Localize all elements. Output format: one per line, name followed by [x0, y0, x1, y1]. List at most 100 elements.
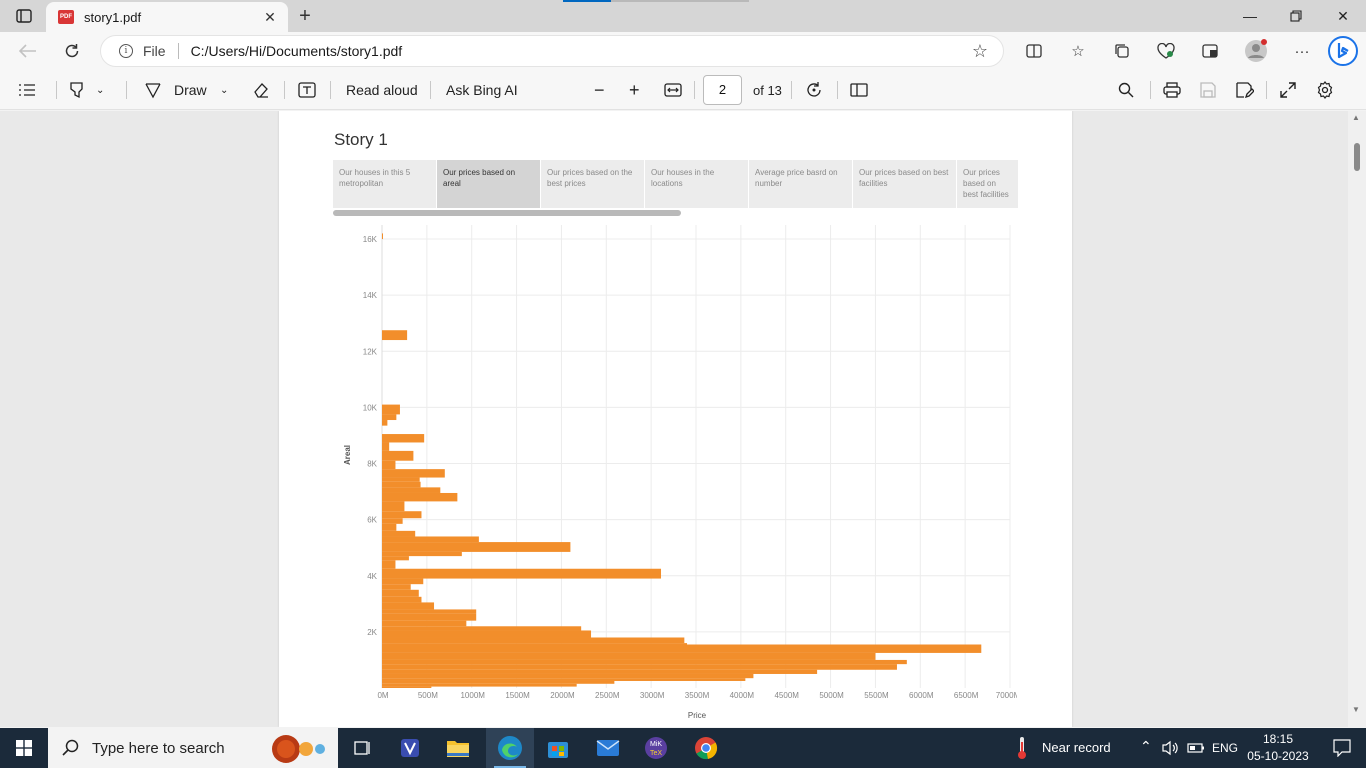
print-icon[interactable]: [1163, 77, 1181, 103]
save-icon[interactable]: [1200, 77, 1216, 103]
collections-icon[interactable]: [1108, 38, 1136, 64]
chart-bar: [382, 669, 818, 674]
restore-button[interactable]: [1273, 0, 1319, 32]
chart-bar: [382, 511, 422, 519]
search-icon[interactable]: [1118, 77, 1134, 103]
close-tab-icon[interactable]: ✕: [258, 5, 282, 29]
task-view-icon[interactable]: [338, 728, 386, 768]
eraser-icon[interactable]: [252, 77, 270, 103]
input-language[interactable]: ENG: [1212, 741, 1238, 755]
x-tick-label: 7000M: [996, 691, 1017, 700]
highlight-icon[interactable]: [68, 77, 86, 103]
x-axis-label: Price: [688, 711, 707, 720]
page-view-icon[interactable]: [850, 77, 868, 103]
edge-browser-icon[interactable]: [486, 728, 534, 768]
chart-bar: [382, 613, 477, 621]
split-screen-icon[interactable]: [1020, 38, 1048, 64]
x-tick-label: 3500M: [685, 691, 710, 700]
settings-more-icon[interactable]: ···: [1288, 38, 1316, 64]
draw-dropdown-chevron-icon[interactable]: ⌄: [220, 77, 228, 103]
zoom-in-icon[interactable]: +: [629, 77, 640, 103]
story-navigator-scrollbar[interactable]: [333, 210, 681, 216]
windows-start-icon[interactable]: [0, 728, 48, 768]
info-icon[interactable]: i: [119, 44, 133, 58]
chrome-icon[interactable]: [682, 728, 730, 768]
story-point-5[interactable]: Average price basrd on number: [749, 160, 852, 208]
x-tick-label: 500M: [418, 691, 438, 700]
fit-to-width-icon[interactable]: [664, 77, 682, 103]
tab-title: story1.pdf: [84, 9, 142, 25]
chart-bar: [382, 501, 405, 512]
chart-bar: [382, 434, 425, 443]
notifications-icon[interactable]: [1318, 728, 1366, 768]
story-point-1[interactable]: Our houses in this 5 metropolitan: [333, 160, 436, 208]
chart-bar: [382, 680, 615, 684]
refresh-icon[interactable]: [56, 36, 88, 66]
pdf-icon: PDF: [58, 10, 74, 24]
scrollbar-thumb[interactable]: [1354, 143, 1360, 171]
x-tick-label: 4000M: [730, 691, 755, 700]
story-point-3[interactable]: Our prices based on the best prices: [541, 160, 644, 208]
tab-story1[interactable]: PDF story1.pdf ✕: [46, 2, 288, 32]
story-point-2[interactable]: Our prices based on areal: [437, 160, 540, 208]
pdf-viewer[interactable]: Story 1 Our houses in this 5 metropolita…: [0, 111, 1366, 727]
browser-essentials-icon[interactable]: [1152, 38, 1180, 64]
show-hidden-icons-chevron-icon[interactable]: ⌃: [1140, 738, 1152, 755]
thermometer-icon[interactable]: [1008, 728, 1036, 768]
x-tick-label: 2000M: [550, 691, 575, 700]
vertical-scrollbar[interactable]: ▲ ▼: [1348, 111, 1366, 727]
bing-copilot-icon[interactable]: [1326, 34, 1360, 68]
battery-icon[interactable]: [1184, 728, 1208, 768]
save-as-icon[interactable]: [1236, 77, 1254, 103]
draw-button[interactable]: Draw: [144, 77, 207, 103]
read-aloud-button[interactable]: Read aloud: [346, 77, 418, 103]
microsoft-store-icon[interactable]: [534, 728, 582, 768]
file-explorer-icon[interactable]: [434, 728, 482, 768]
tab-actions-icon[interactable]: [10, 6, 38, 26]
scroll-down-arrow-icon[interactable]: ▼: [1352, 705, 1360, 714]
favorite-star-icon[interactable]: ☆: [965, 41, 995, 62]
miktex-icon[interactable]: MiK TeX: [632, 728, 680, 768]
new-tab-icon[interactable]: +: [292, 4, 318, 28]
story-point-4[interactable]: Our houses in the locations: [645, 160, 748, 208]
extensions-icon[interactable]: [1196, 38, 1224, 64]
y-tick-label: 6K: [367, 516, 377, 525]
draw-pen-icon: [145, 83, 161, 99]
highlight-dropdown-chevron-icon[interactable]: ⌄: [96, 77, 104, 103]
chart-bar: [382, 551, 462, 557]
y-tick-label: 10K: [363, 403, 378, 412]
story-title: Story 1: [334, 130, 388, 149]
contents-list-icon[interactable]: [18, 77, 36, 103]
zoom-out-icon[interactable]: −: [594, 77, 605, 103]
mail-icon[interactable]: [584, 728, 632, 768]
x-tick-label: 3000M: [640, 691, 665, 700]
profile-avatar[interactable]: [1242, 38, 1270, 64]
minimize-button[interactable]: —: [1227, 0, 1273, 32]
scroll-up-arrow-icon[interactable]: ▲: [1352, 113, 1360, 122]
price-by-areal-chart: 0M 500M 1000M 1500M 2000M 2500M 3000M 3500M 4000…: [343, 225, 1017, 720]
system-clock[interactable]: 18:15 05-10-2023: [1240, 731, 1316, 765]
weather-status[interactable]: Near record: [1042, 740, 1111, 755]
ask-bing-button[interactable]: Ask Bing AI: [446, 77, 518, 103]
address-url[interactable]: C:/Users/Hi/Documents/story1.pdf: [191, 43, 965, 59]
story-point-7[interactable]: Our prices based on best facilities: [957, 160, 1018, 208]
back-arrow-icon[interactable]: [12, 36, 44, 66]
app-vyapar-icon[interactable]: [386, 728, 434, 768]
address-bar[interactable]: i File C:/Users/Hi/Documents/story1.pdf …: [100, 35, 1004, 67]
draw-label: Draw: [174, 82, 207, 98]
chart-bar: [382, 492, 458, 502]
address-separator: [177, 43, 179, 59]
y-tick-label: 12K: [363, 347, 378, 356]
favorites-icon[interactable]: ☆: [1064, 38, 1092, 64]
story-point-6[interactable]: Our prices based on best facilities: [853, 160, 956, 208]
settings-gear-icon[interactable]: [1316, 77, 1334, 103]
x-tick-label: 4500M: [774, 691, 799, 700]
add-text-icon[interactable]: [298, 77, 316, 103]
chart-bar: [382, 536, 479, 543]
close-window-button[interactable]: ✕: [1320, 0, 1366, 32]
page-number-input[interactable]: 2: [703, 75, 742, 105]
taskbar-search-box[interactable]: Type here to search: [48, 728, 338, 768]
volume-icon[interactable]: [1158, 728, 1182, 768]
rotate-icon[interactable]: [805, 77, 823, 103]
fullscreen-icon[interactable]: [1280, 77, 1296, 103]
